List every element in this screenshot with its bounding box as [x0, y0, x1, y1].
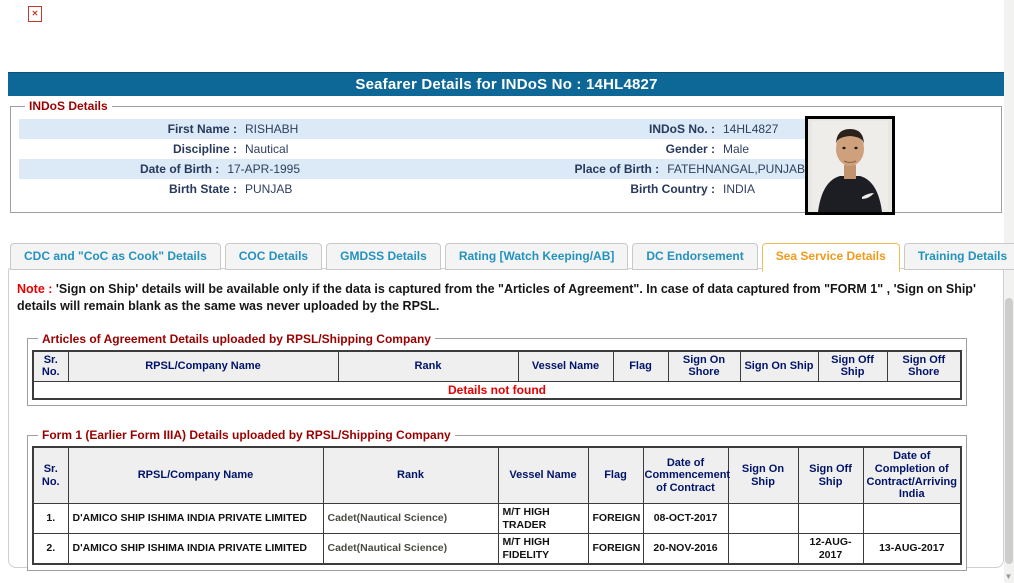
rank-cell: Cadet(Nautical Science) — [322, 502, 499, 535]
articles-header-row: Sr. No. RPSL/Company Name Rank Vessel Na… — [32, 350, 962, 383]
col-rpsl-company: RPSL/Company Name — [67, 446, 324, 504]
indos-no-label: INDoS No. : — [649, 122, 715, 136]
col-rank: Rank — [322, 446, 499, 504]
dob-label: Date of Birth : — [139, 162, 220, 176]
broken-image-icon: ✕ — [28, 6, 42, 22]
col-vessel-name: Vessel Name — [497, 446, 589, 504]
tab-cdc-coc-as-cook-details[interactable]: CDC and "CoC as Cook" Details — [10, 243, 221, 270]
tab-gmdss-details[interactable]: GMDSS Details — [326, 243, 441, 270]
vessel-cell: M/T HIGH FIDELITY — [497, 533, 589, 565]
articles-legend: Articles of Agreement Details uploaded b… — [42, 331, 431, 346]
tab-sea-service-details[interactable]: Sea Service Details — [761, 243, 900, 272]
col-sign-on-shore: Sign On Shore — [667, 350, 741, 383]
sr-no-cell: 2. — [32, 533, 69, 565]
articles-of-agreement-fieldset: Articles of Agreement Details uploaded b… — [27, 331, 967, 407]
col-date-completion: Date of Completion of Contract/Arriving … — [862, 446, 962, 504]
tab-rating-watch-keeping-ab[interactable]: Rating [Watch Keeping/AB] — [444, 243, 629, 270]
seafarer-photo — [805, 116, 895, 215]
first-name-value: RISHABH — [245, 122, 299, 136]
tab-content-panel: Note : 'Sign on Ship' details will be av… — [8, 268, 1004, 572]
form1-header-row: Sr. No. RPSL/Company Name Rank Vessel Na… — [32, 446, 962, 504]
sign-on-ship-cell — [727, 502, 799, 535]
tab-training-details[interactable]: Training Details — [903, 243, 1014, 270]
completion-date-cell — [862, 502, 962, 535]
form1-legend: Form 1 (Earlier Form IIIA) Details uploa… — [42, 428, 451, 443]
col-sr-no: Sr. No. — [32, 350, 69, 383]
vessel-cell: M/T HIGH TRADER — [497, 502, 589, 535]
col-rpsl-company: RPSL/Company Name — [67, 350, 339, 383]
commencement-date-cell: 20-NOV-2016 — [642, 533, 729, 565]
rank-cell: Cadet(Nautical Science) — [322, 533, 499, 565]
detail-row: Date of Birth : 17-APR-1995 Place of Bir… — [19, 159, 805, 179]
detail-row: Birth State : PUNJAB Birth Country : IND… — [19, 179, 805, 199]
scrollbar-down-arrow-icon[interactable]: ▼ — [1004, 573, 1013, 581]
company-cell: D'AMICO SHIP ISHIMA INDIA PRIVATE LIMITE… — [67, 533, 324, 565]
col-sign-on-ship: Sign On Ship — [727, 446, 799, 504]
col-sign-off-shore: Sign Off Shore — [886, 350, 962, 383]
indos-details-grid: First Name : RISHABH INDoS No. : 14HL482… — [19, 119, 805, 199]
details-not-found-message: Details not found — [32, 381, 962, 400]
sign-off-ship-cell: 12-AUG-2017 — [797, 533, 864, 565]
note-body: 'Sign on Ship' details will be available… — [17, 282, 976, 313]
discipline-value: Nautical — [245, 142, 289, 156]
dob-value: 17-APR-1995 — [227, 162, 301, 176]
sr-no-cell: 1. — [32, 502, 69, 535]
col-sr-no: Sr. No. — [32, 446, 69, 504]
indos-no-value: 14HL4827 — [723, 122, 779, 136]
indos-details-legend: INDoS Details — [29, 99, 108, 113]
birth-country-label: Birth Country : — [630, 182, 715, 196]
flag-cell: FOREIGN — [587, 533, 644, 565]
discipline-label: Discipline : — [172, 142, 237, 156]
table-row: 1. D'AMICO SHIP ISHIMA INDIA PRIVATE LIM… — [32, 502, 962, 535]
place-of-birth-label: Place of Birth : — [574, 162, 660, 176]
tab-coc-details[interactable]: COC Details — [224, 243, 323, 270]
col-rank: Rank — [337, 350, 519, 383]
sign-on-ship-cell — [727, 533, 799, 565]
birth-state-label: Birth State : — [168, 182, 237, 196]
col-date-commencement: Date of Commencement of Contract — [642, 446, 730, 504]
col-vessel-name: Vessel Name — [517, 350, 614, 383]
detail-row: First Name : RISHABH INDoS No. : 14HL482… — [19, 119, 805, 139]
note-prefix: Note : — [17, 282, 53, 296]
scrollbar-thumb[interactable] — [1005, 298, 1013, 564]
note-text: Note : 'Sign on Ship' details will be av… — [17, 281, 995, 315]
tab-bar: CDC and "CoC as Cook" Details COC Detail… — [10, 243, 1014, 272]
completion-date-cell: 13-AUG-2017 — [862, 533, 962, 565]
col-flag: Flag — [587, 446, 644, 504]
tab-dc-endorsement[interactable]: DC Endorsement — [632, 243, 758, 270]
sign-off-ship-cell — [797, 502, 864, 535]
articles-table: Sr. No. RPSL/Company Name Rank Vessel Na… — [32, 349, 962, 401]
col-sign-off-ship: Sign Off Ship — [797, 446, 864, 504]
page-title: Seafarer Details for INDoS No : 14HL4827 — [8, 72, 1005, 96]
flag-cell: FOREIGN — [587, 502, 644, 535]
table-row: Details not found — [32, 381, 962, 400]
col-sign-on-ship: Sign On Ship — [739, 350, 819, 383]
company-cell: D'AMICO SHIP ISHIMA INDIA PRIVATE LIMITE… — [67, 502, 324, 535]
birth-state-value: PUNJAB — [245, 182, 293, 196]
form1-table: Sr. No. RPSL/Company Name Rank Vessel Na… — [32, 446, 962, 566]
commencement-date-cell: 08-OCT-2017 — [642, 502, 729, 535]
gender-value: Male — [723, 142, 750, 156]
form1-fieldset: Form 1 (Earlier Form IIIA) Details uploa… — [27, 428, 967, 572]
detail-row: Discipline : Nautical Gender : Male — [19, 139, 805, 159]
first-name-label: First Name : — [167, 122, 237, 136]
birth-country-value: INDIA — [723, 182, 756, 196]
place-of-birth-value: FATEHNANGAL,PUNJAB — [667, 162, 805, 176]
table-row: 2. D'AMICO SHIP ISHIMA INDIA PRIVATE LIM… — [32, 533, 962, 565]
col-sign-off-ship: Sign Off Ship — [817, 350, 888, 383]
gender-label: Gender : — [665, 142, 715, 156]
vertical-scrollbar[interactable]: ▼ — [1004, 0, 1014, 583]
col-flag: Flag — [612, 350, 669, 383]
